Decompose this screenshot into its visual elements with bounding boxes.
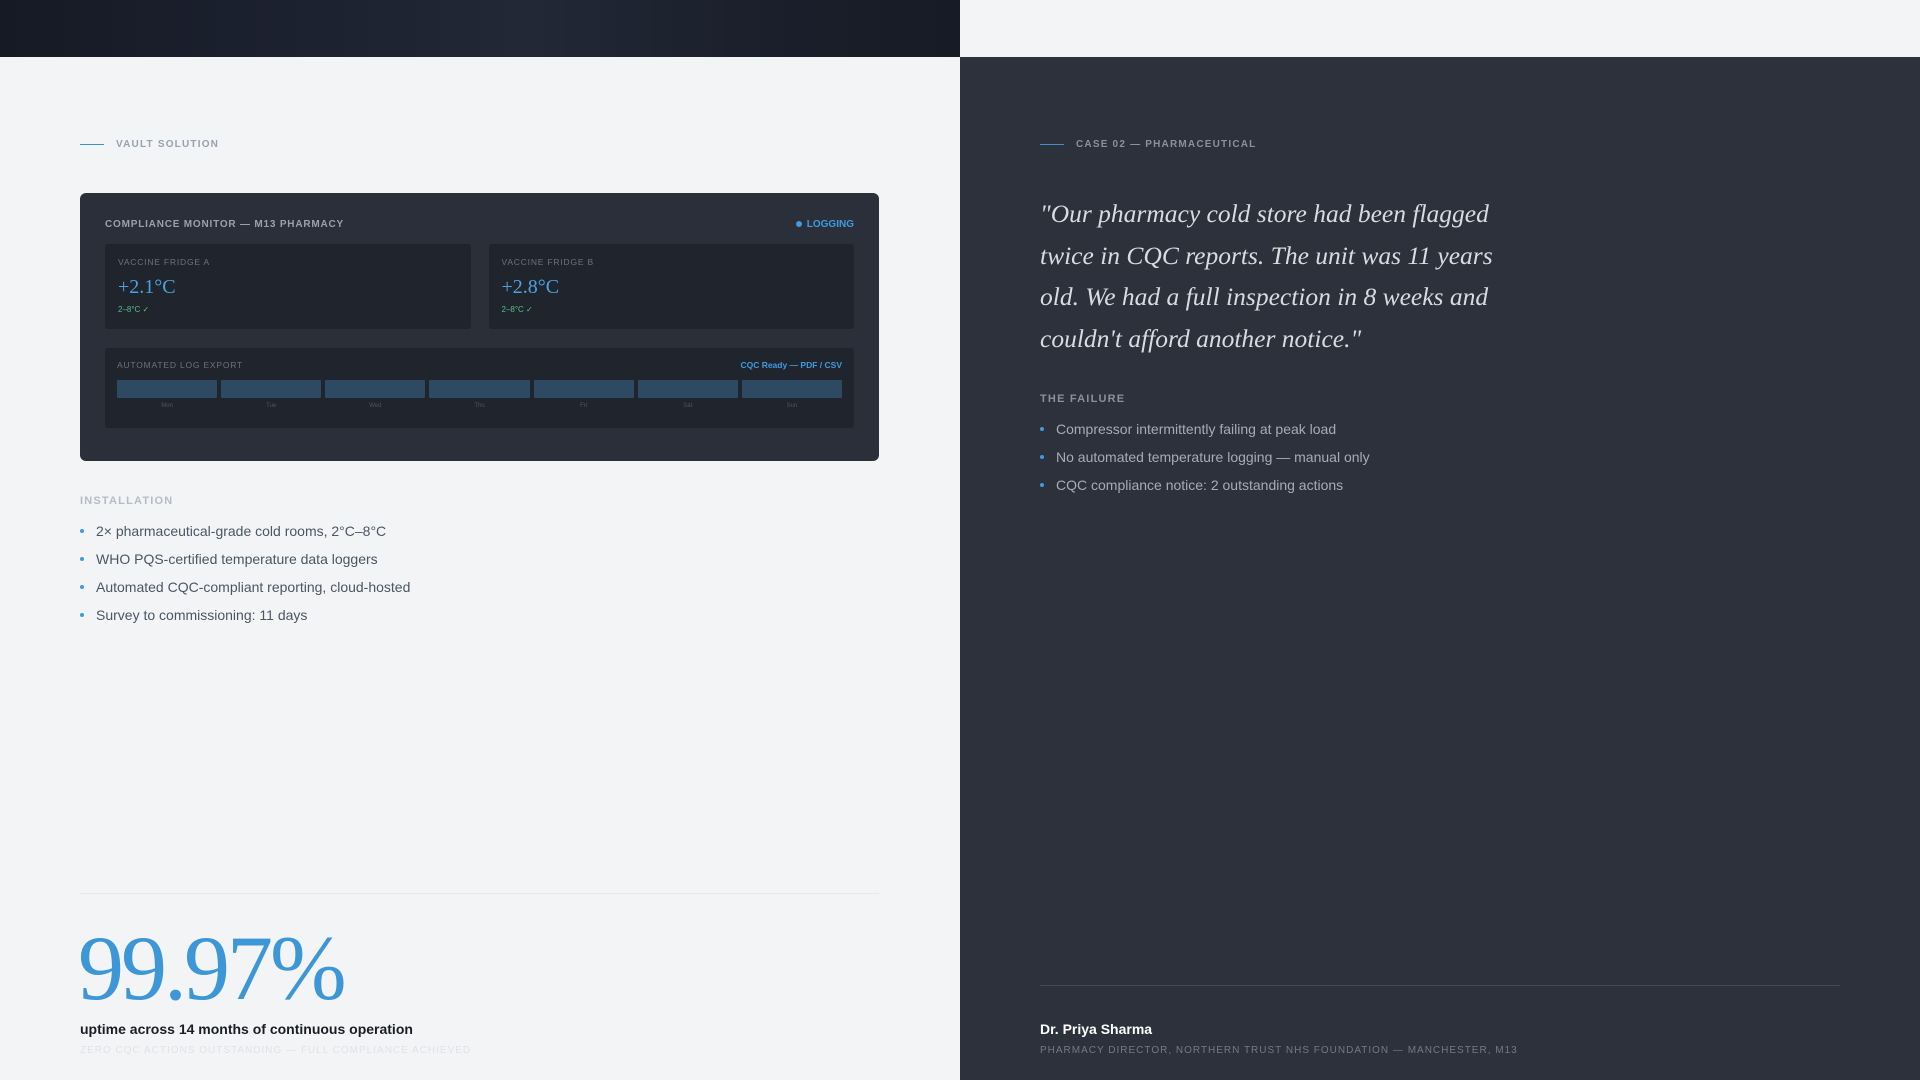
day-label: Mon <box>161 403 173 409</box>
day-bar <box>221 380 322 398</box>
top-spacer <box>960 0 1920 57</box>
fridge-range-ok: 2–8°C ✓ <box>501 305 533 314</box>
list-item-text: Automated CQC-compliant reporting, cloud… <box>96 579 411 595</box>
author-role: PHARMACY DIRECTOR, NORTHERN TRUST NHS FO… <box>1040 1045 1518 1056</box>
day-bar <box>429 380 530 398</box>
day-label: Fri <box>580 403 588 409</box>
list-item: Compressor intermittently failing at pea… <box>1040 415 1370 443</box>
list-item: Automated CQC-compliant reporting, cloud… <box>80 573 410 601</box>
eyebrow-label: CASE 02 — PHARMACEUTICAL <box>1076 139 1257 150</box>
uptime-stat: 99.97% <box>78 917 347 1019</box>
list-item-text: CQC compliance notice: 2 outstanding act… <box>1056 477 1344 493</box>
list-item: Survey to commissioning: 11 days <box>80 601 410 629</box>
cqc-ready-tag: CQC Ready — PDF / CSV <box>740 360 842 370</box>
testimonial-quote: "Our pharmacy cold store had been flagge… <box>1040 199 1493 353</box>
author-name: Dr. Priya Sharma <box>1040 1021 1153 1037</box>
log-title: AUTOMATED LOG EXPORT <box>117 360 244 370</box>
log-day-bars: Mon Tue Wed Thu Fri Sat Sun <box>117 380 842 409</box>
day-label: Sun <box>786 403 798 409</box>
day-label: Tue <box>266 403 277 409</box>
fridge-range-ok: 2–8°C ✓ <box>118 305 150 314</box>
case-eyebrow: CASE 02 — PHARMACEUTICAL <box>1040 139 1256 150</box>
uptime-caption: uptime across 14 months of continuous op… <box>80 1021 413 1037</box>
day-column: Tue <box>221 380 322 409</box>
solution-panel: VAULT SOLUTION COMPLIANCE MONITOR — M13 … <box>0 57 960 1080</box>
bullet-icon <box>80 529 84 533</box>
day-column: Wed <box>325 380 426 409</box>
fridge-readings: VACCINE FRIDGE A +2.1°C 2–8°C ✓ VACCINE … <box>105 244 854 329</box>
solution-eyebrow: VAULT SOLUTION <box>80 139 219 150</box>
author-divider <box>1040 985 1840 986</box>
day-column: Sun <box>741 380 842 409</box>
fridge-card-b: VACCINE FRIDGE B +2.8°C 2–8°C ✓ <box>488 244 854 329</box>
bullet-icon <box>80 557 84 561</box>
monitor-header: COMPLIANCE MONITOR — M13 PHARMACY LOGGIN… <box>105 217 854 231</box>
stat-divider <box>80 893 879 894</box>
bullet-icon <box>80 585 84 589</box>
bullet-icon <box>80 613 84 617</box>
logging-status-badge: LOGGING <box>795 218 854 230</box>
installation-label: INSTALLATION <box>80 495 174 507</box>
day-label: Sat <box>683 403 693 409</box>
day-bar <box>533 380 634 398</box>
eyebrow-label: VAULT SOLUTION <box>116 139 220 150</box>
log-export-panel: AUTOMATED LOG EXPORT CQC Ready — PDF / C… <box>105 348 854 428</box>
bullet-icon <box>1040 483 1044 487</box>
list-item: No automated temperature logging — manua… <box>1040 443 1370 471</box>
fridge-card-a: VACCINE FRIDGE A +2.1°C 2–8°C ✓ <box>105 244 471 329</box>
list-item-text: Compressor intermittently failing at pea… <box>1056 421 1337 437</box>
list-item-text: 2× pharmaceutical-grade cold rooms, 2°C–… <box>96 523 387 539</box>
day-bar <box>637 380 738 398</box>
day-column: Fri <box>533 380 634 409</box>
list-item: WHO PQS-certified temperature data logge… <box>80 545 410 573</box>
hero-image-strip <box>0 0 960 57</box>
fridge-label: VACCINE FRIDGE A <box>118 257 210 267</box>
day-column: Sat <box>637 380 738 409</box>
case-panel: CASE 02 — PHARMACEUTICAL "Our pharmacy c… <box>960 57 1920 1080</box>
status-dot-icon <box>795 221 802 227</box>
list-item-text: Survey to commissioning: 11 days <box>96 607 308 623</box>
list-item-text: No automated temperature logging — manua… <box>1056 449 1370 465</box>
fridge-temperature: +2.8°C <box>501 276 560 298</box>
day-column: Thu <box>429 380 530 409</box>
day-bar <box>325 380 426 398</box>
list-item: 2× pharmaceutical-grade cold rooms, 2°C–… <box>80 517 410 545</box>
compliance-monitor-card: COMPLIANCE MONITOR — M13 PHARMACY LOGGIN… <box>80 193 879 461</box>
status-label: LOGGING <box>806 218 854 230</box>
failure-label: THE FAILURE <box>1040 393 1126 405</box>
log-header: AUTOMATED LOG EXPORT CQC Ready — PDF / C… <box>117 360 842 370</box>
day-column: Mon <box>117 380 218 409</box>
fridge-label: VACCINE FRIDGE B <box>501 257 594 267</box>
day-label: Thu <box>474 403 485 409</box>
day-bar <box>741 380 842 398</box>
list-item: CQC compliance notice: 2 outstanding act… <box>1040 471 1370 499</box>
eyebrow-line <box>80 144 104 145</box>
installation-list: 2× pharmaceutical-grade cold rooms, 2°C–… <box>80 517 410 629</box>
bullet-icon <box>1040 427 1044 431</box>
day-bar <box>117 380 218 398</box>
list-item-text: WHO PQS-certified temperature data logge… <box>96 551 378 567</box>
monitor-title: COMPLIANCE MONITOR — M13 PHARMACY <box>105 218 345 230</box>
failure-list: Compressor intermittently failing at pea… <box>1040 415 1370 499</box>
day-label: Wed <box>369 403 382 409</box>
bullet-icon <box>1040 455 1044 459</box>
compliance-subcaption: ZERO CQC ACTIONS OUTSTANDING — FULL COMP… <box>80 1045 472 1056</box>
fridge-temperature: +2.1°C <box>118 276 176 298</box>
eyebrow-line <box>1040 144 1064 145</box>
